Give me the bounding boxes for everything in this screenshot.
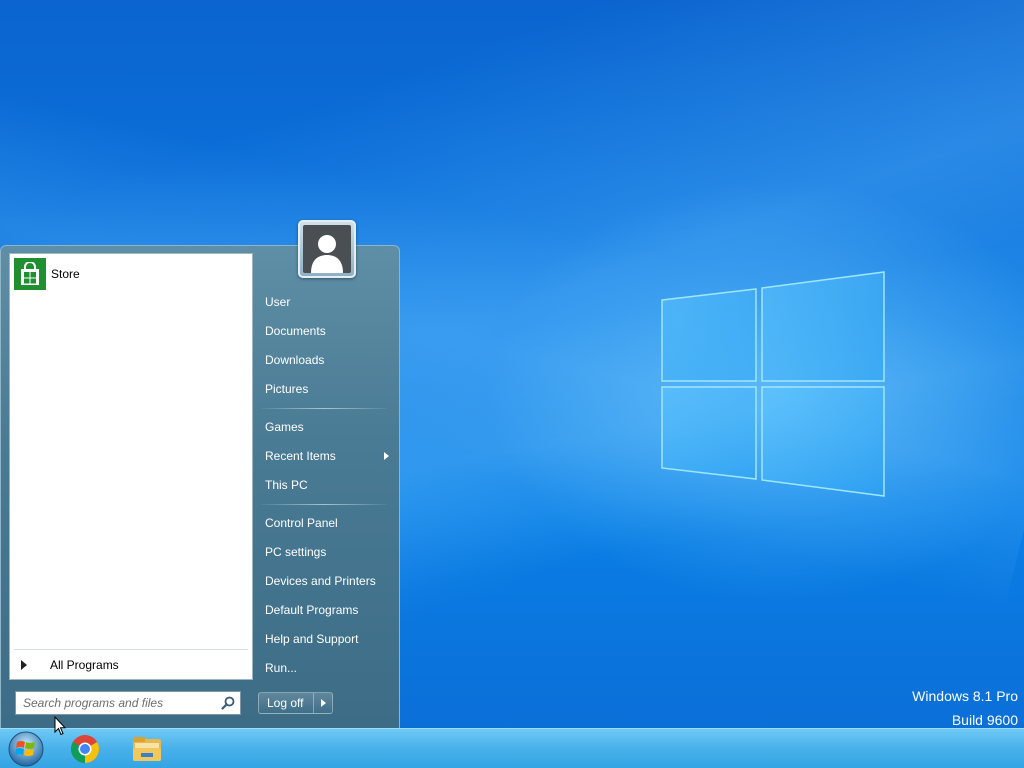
chevron-right-icon xyxy=(384,452,389,460)
start-menu: Store All Programs User Documents Downlo… xyxy=(0,220,400,729)
watermark-edition: Windows 8.1 Pro xyxy=(912,688,1018,704)
windows-version-watermark: Windows 8.1 Pro Build 9600 xyxy=(912,684,1018,728)
menu-item-pictures[interactable]: Pictures xyxy=(255,375,395,404)
divider xyxy=(261,504,387,505)
menu-item-recent-items[interactable]: Recent Items xyxy=(255,442,395,471)
pinned-item-store[interactable]: Store xyxy=(14,258,248,290)
menu-item-control-panel[interactable]: Control Panel xyxy=(255,509,395,538)
menu-item-user[interactable]: User xyxy=(255,288,395,317)
shutdown-options-button[interactable] xyxy=(314,693,332,713)
watermark-build: Build 9600 xyxy=(951,712,1018,728)
store-icon xyxy=(14,258,46,290)
divider xyxy=(261,408,387,409)
search-input[interactable] xyxy=(16,692,219,714)
chevron-right-icon xyxy=(321,699,327,707)
menu-item-downloads[interactable]: Downloads xyxy=(255,346,395,375)
windows-logo-icon xyxy=(661,271,885,497)
mouse-cursor-icon xyxy=(54,716,66,736)
menu-item-games[interactable]: Games xyxy=(255,413,395,442)
menu-item-help-and-support[interactable]: Help and Support xyxy=(255,625,395,654)
chrome-icon xyxy=(71,735,99,763)
taskbar-item-chrome[interactable] xyxy=(68,732,102,766)
menu-item-documents[interactable]: Documents xyxy=(255,317,395,346)
menu-item-pc-settings[interactable]: PC settings xyxy=(255,538,395,567)
menu-item-run[interactable]: Run... xyxy=(255,654,395,683)
user-avatar-icon xyxy=(303,225,351,273)
folder-icon xyxy=(133,737,161,761)
taskbar-item-file-explorer[interactable] xyxy=(130,732,164,766)
search-box xyxy=(15,691,241,715)
user-avatar[interactable] xyxy=(298,220,356,278)
log-off-button[interactable]: Log off xyxy=(259,693,315,713)
all-programs-label: All Programs xyxy=(50,658,119,672)
taskbar xyxy=(0,728,1024,768)
menu-item-label: Recent Items xyxy=(265,449,336,463)
menu-item-default-programs[interactable]: Default Programs xyxy=(255,596,395,625)
all-programs-button[interactable]: All Programs xyxy=(14,655,248,675)
programs-pane: Store All Programs xyxy=(9,253,253,680)
windows-orb-icon[interactable] xyxy=(8,731,44,767)
menu-item-devices-and-printers[interactable]: Devices and Printers xyxy=(255,567,395,596)
pinned-item-label: Store xyxy=(51,267,80,281)
menu-item-this-pc[interactable]: This PC xyxy=(255,471,395,500)
divider xyxy=(14,649,248,650)
search-icon[interactable] xyxy=(220,695,236,711)
places-list: User Documents Downloads Pictures Games … xyxy=(255,288,395,683)
log-off-button-group: Log off xyxy=(258,692,334,714)
triangle-right-icon xyxy=(21,660,27,670)
